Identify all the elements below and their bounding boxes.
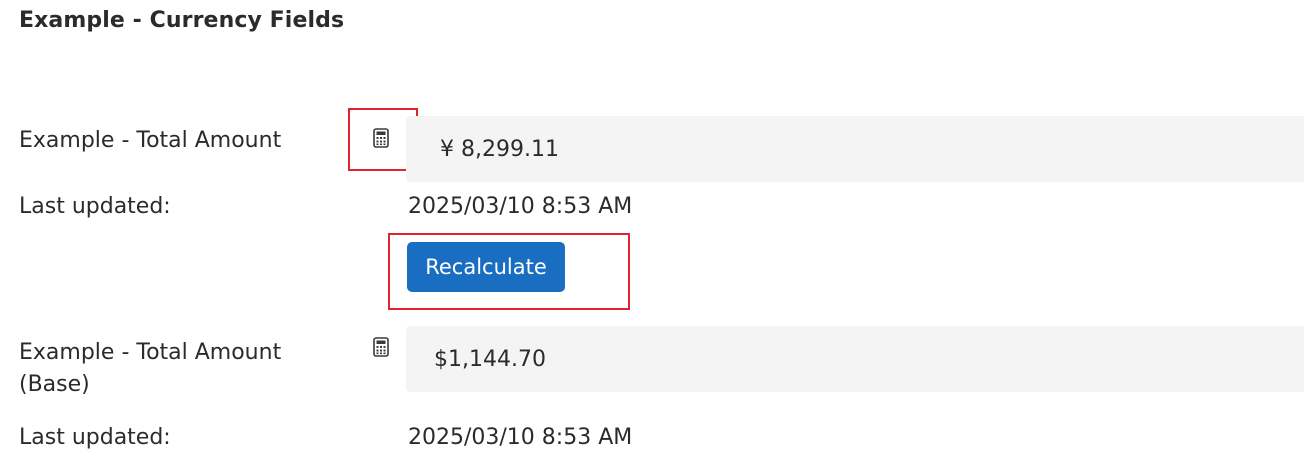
last-updated-label: Last updated:	[19, 425, 171, 450]
recalculate-button[interactable]: Recalculate	[407, 242, 565, 292]
total-amount-field[interactable]: ¥ 8,299.11	[406, 116, 1304, 182]
field-label-total-amount: Example - Total Amount	[19, 128, 282, 153]
last-updated-value: 2025/03/10 8:53 AM	[408, 194, 633, 219]
calculator-icon[interactable]	[373, 128, 389, 148]
total-amount-base-value: $1,144.70	[434, 347, 546, 372]
last-updated-value: 2025/03/10 8:53 AM	[408, 425, 633, 450]
last-updated-label: Last updated:	[19, 194, 171, 219]
calculator-icon[interactable]	[373, 337, 389, 357]
section-title: Example - Currency Fields	[19, 8, 345, 33]
total-amount-base-field[interactable]: $1,144.70	[406, 326, 1304, 392]
field-label-total-amount-base: Example - Total Amount (Base)	[19, 340, 282, 397]
total-amount-value: ¥ 8,299.11	[440, 137, 559, 162]
